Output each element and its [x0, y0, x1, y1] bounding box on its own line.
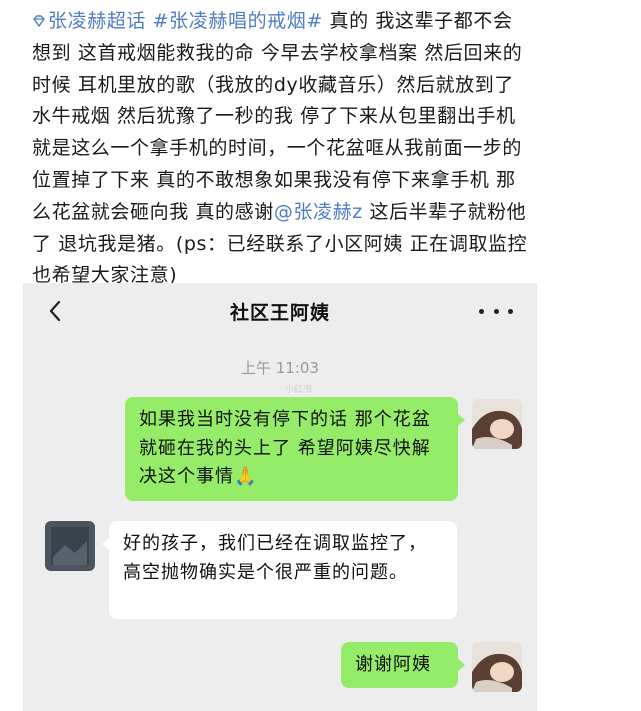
chat-title: 社区王阿姨 [229, 302, 330, 324]
more-dot [493, 308, 499, 314]
avatar[interactable] [472, 399, 522, 449]
more-button[interactable] [479, 297, 513, 325]
chat-header: 社区王阿姨 [23, 283, 537, 339]
watermark: 小红书 [285, 385, 313, 395]
user-avatar-image [472, 642, 522, 692]
chat-screenshot: 社区王阿姨 上午 11:03 小红书 如果我当时没有停下的话 那个花盆就砸在我的… [23, 283, 537, 711]
post-text: 张凌赫超话 #张凌赫唱的戒烟# 真的 我这辈子都不会想到 这首戒烟能救我的命 今… [32, 6, 532, 292]
message-bubble-me[interactable]: 谢谢阿姨 [341, 642, 465, 688]
hashtag-link[interactable]: #张凌赫唱的戒烟# [153, 10, 323, 32]
topic-super-link[interactable]: 张凌赫超话 [32, 10, 146, 32]
avatar[interactable] [472, 642, 522, 692]
user-avatar-image [472, 399, 522, 449]
diamond-topic-icon [33, 15, 45, 27]
more-dot [508, 308, 513, 314]
topic-super-label: 张凌赫超话 [48, 10, 147, 32]
message-timestamp: 上午 11:03 [241, 359, 319, 377]
message-bubble-them[interactable]: 好的孩子，我们已经在调取监控了，高空抛物确实是个很严重的问题。 [102, 521, 457, 619]
post-body-part1: 真的 我这辈子都不会想到 这首戒烟能救我的命 今早去学校拿档案 然后回来的时候 … [32, 10, 523, 223]
message-bubble-me[interactable]: 如果我当时没有停下的话 那个花盆就砸在我的头上了 希望阿姨尽快解决这个事情🙏 [125, 397, 465, 501]
aunt-avatar-image [45, 521, 95, 571]
mention-link[interactable]: @张凌赫z [274, 201, 363, 223]
more-dot [479, 308, 484, 314]
avatar[interactable] [45, 521, 95, 571]
